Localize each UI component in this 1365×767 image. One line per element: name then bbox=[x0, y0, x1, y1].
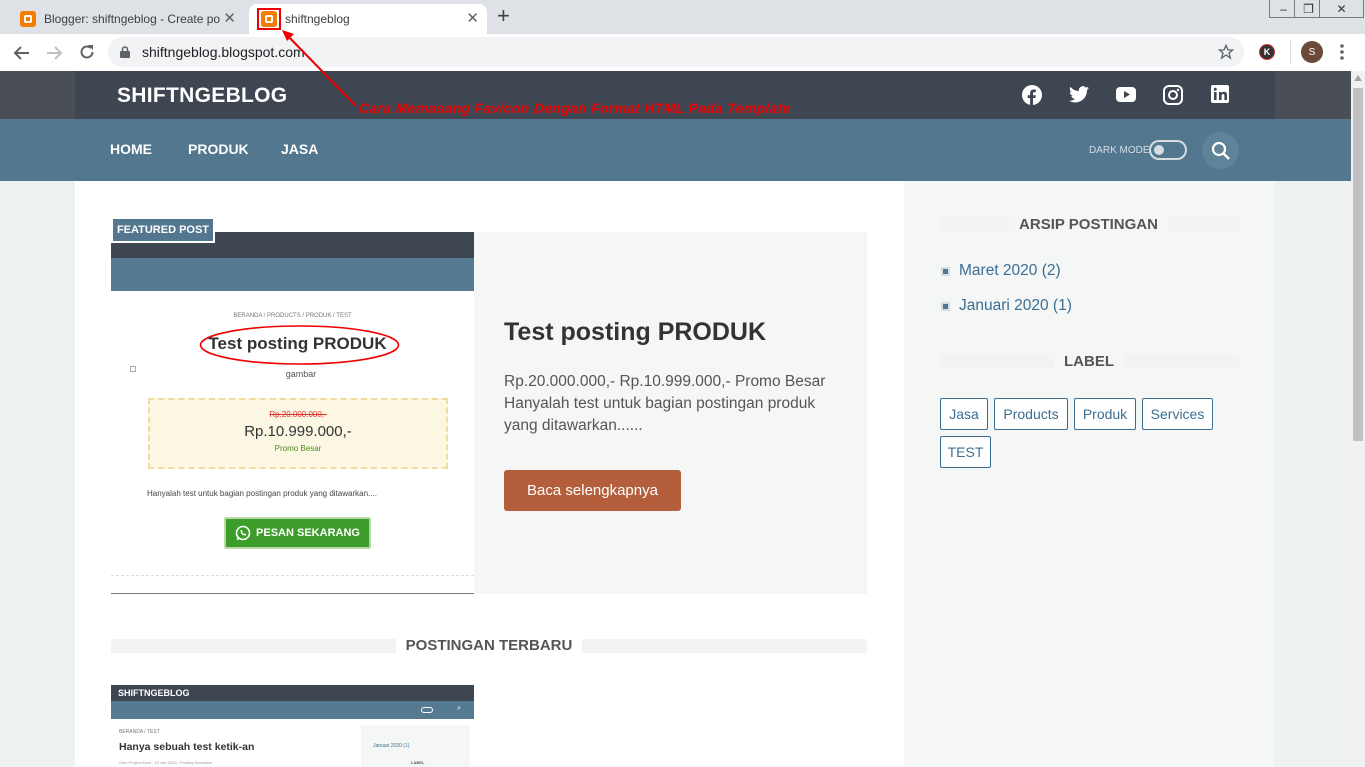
thumb-promo: Promo Besar bbox=[274, 444, 322, 453]
nav-home[interactable]: HOME bbox=[110, 141, 152, 157]
blogger-favicon-icon bbox=[20, 11, 36, 27]
thumb-label-title: LABEL bbox=[411, 760, 425, 765]
header-side-band bbox=[0, 71, 75, 119]
thumb-nav bbox=[111, 701, 474, 719]
annotation-arrow bbox=[282, 30, 357, 107]
thumb-search-icon: ⌕ bbox=[457, 705, 461, 712]
toolbar-divider bbox=[1290, 41, 1291, 63]
thumb-logo: SHIFTNGEBLOG bbox=[118, 688, 190, 698]
reload-icon[interactable] bbox=[78, 43, 96, 61]
recent-post-thumbnail[interactable]: SHIFTNGEBLOG ⌕ BERANDA / TEST Hanya sebu… bbox=[111, 685, 474, 767]
search-button[interactable] bbox=[1202, 132, 1239, 169]
thumb-old-price: Rp.20.000.000,- bbox=[269, 410, 327, 419]
thumb-description: Hanyalah test untuk bagian postingan pro… bbox=[147, 489, 377, 498]
search-icon bbox=[1211, 141, 1230, 160]
featured-badge: FEATURED POST bbox=[111, 217, 215, 243]
forward-arrow-icon[interactable] bbox=[45, 44, 63, 62]
label-tag-products[interactable]: Products bbox=[994, 398, 1068, 430]
annotation-text: Cara Memasang Favicon Dengan Format HTML… bbox=[359, 100, 791, 116]
archive-item[interactable]: Maret 2020 (2) bbox=[941, 262, 1061, 280]
tab-title: Blogger: shiftngeblog - Create po bbox=[44, 12, 221, 26]
instagram-icon[interactable] bbox=[1163, 85, 1183, 105]
recent-posts-title: POSTINGAN TERBARU bbox=[405, 637, 573, 654]
thumb-archive-item: Januari 2020 (1) bbox=[373, 743, 410, 749]
whatsapp-icon bbox=[235, 525, 251, 541]
profile-avatar[interactable]: S bbox=[1301, 41, 1323, 63]
featured-thumbnail[interactable]: BERANDA / PRODUCTS / PRODUK / TEST Test … bbox=[111, 232, 474, 594]
thumb-order-button: PESAN SEKARANG bbox=[224, 517, 371, 549]
thumb-price: Rp.10.999.000,- bbox=[244, 423, 352, 440]
back-arrow-icon[interactable] bbox=[13, 44, 31, 62]
tab-close-icon[interactable]: ✕ bbox=[223, 11, 236, 27]
label-tag-test[interactable]: TEST bbox=[940, 436, 991, 468]
section-line bbox=[939, 217, 1009, 231]
label-tag-jasa[interactable]: Jasa bbox=[940, 398, 988, 430]
thumb-title: Hanya sebuah test ketik-an bbox=[119, 741, 255, 753]
featured-post-title[interactable]: Test posting PRODUK bbox=[504, 318, 766, 347]
scroll-up-icon[interactable] bbox=[1354, 75, 1362, 81]
thumb-image-alt: gambar bbox=[285, 369, 317, 379]
thumb-title: Test posting PRODUK bbox=[208, 334, 387, 353]
archive-title: ARSIP POSTINGAN bbox=[1019, 216, 1158, 233]
browser-toolbar: shiftngeblog.blogspot.com K S bbox=[0, 34, 1365, 71]
featured-post-excerpt: Rp.20.000.000,- Rp.10.999.000,- Promo Be… bbox=[504, 373, 826, 434]
new-tab-button[interactable]: + bbox=[497, 5, 510, 27]
section-line bbox=[1168, 217, 1239, 231]
nav-jasa[interactable]: JASA bbox=[281, 141, 318, 157]
thumb-breadcrumb: BERANDA / PRODUCTS / PRODUK / TEST bbox=[233, 313, 352, 319]
tab-close-icon[interactable]: ✕ bbox=[466, 11, 479, 27]
thumb-toggle bbox=[421, 707, 433, 713]
linkedin-icon[interactable] bbox=[1211, 85, 1229, 103]
label-tag-produk[interactable]: Produk bbox=[1074, 398, 1136, 430]
facebook-icon[interactable] bbox=[1022, 85, 1042, 105]
section-line bbox=[582, 639, 867, 653]
close-window-button[interactable]: ✕ bbox=[1319, 0, 1364, 18]
section-line bbox=[1124, 354, 1239, 368]
bullet-icon bbox=[941, 266, 950, 276]
thumb-breadcrumb: BERANDA / TEST bbox=[119, 729, 160, 735]
read-more-button[interactable]: Baca selengkapnya bbox=[504, 470, 681, 511]
nav-produk[interactable]: PRODUK bbox=[188, 141, 249, 157]
extension-icon[interactable]: K bbox=[1259, 44, 1275, 60]
tab-blogger[interactable]: Blogger: shiftngeblog - Create po ✕ bbox=[10, 4, 244, 34]
lock-icon bbox=[120, 46, 130, 58]
scrollbar-thumb[interactable] bbox=[1353, 88, 1363, 441]
thumb-price-box: Rp.20.000.000,- Rp.10.999.000,- Promo Be… bbox=[148, 398, 448, 469]
dark-mode-toggle[interactable] bbox=[1149, 140, 1187, 160]
site-logo[interactable]: SHIFTNGEBLOG bbox=[117, 84, 287, 108]
label-title: LABEL bbox=[1064, 353, 1114, 370]
thumb-nav bbox=[111, 258, 474, 291]
section-line bbox=[111, 639, 396, 653]
web-page: SHIFTNGEBLOG HOME PRODUK JASA DARK MODE … bbox=[0, 71, 1351, 767]
thumb-divider bbox=[111, 575, 474, 576]
twitter-icon[interactable] bbox=[1069, 86, 1089, 103]
bullet-icon bbox=[941, 301, 950, 311]
archive-item[interactable]: Januari 2020 (1) bbox=[941, 297, 1072, 315]
header-side-band bbox=[1275, 71, 1351, 119]
youtube-icon[interactable] bbox=[1116, 87, 1136, 102]
bookmark-star-icon[interactable] bbox=[1218, 44, 1234, 60]
thumb-meta: Oleh Project Asuri - 10 Jan 2020 - Posti… bbox=[119, 760, 212, 765]
menu-dots-icon[interactable] bbox=[1340, 44, 1344, 60]
label-tag-services[interactable]: Services bbox=[1142, 398, 1213, 430]
section-line bbox=[939, 354, 1054, 368]
thumb-order-label: PESAN SEKARANG bbox=[256, 527, 360, 539]
tab-strip: Blogger: shiftngeblog - Create po ✕ shif… bbox=[0, 0, 1365, 34]
dark-mode-label: DARK MODE bbox=[1089, 145, 1150, 156]
